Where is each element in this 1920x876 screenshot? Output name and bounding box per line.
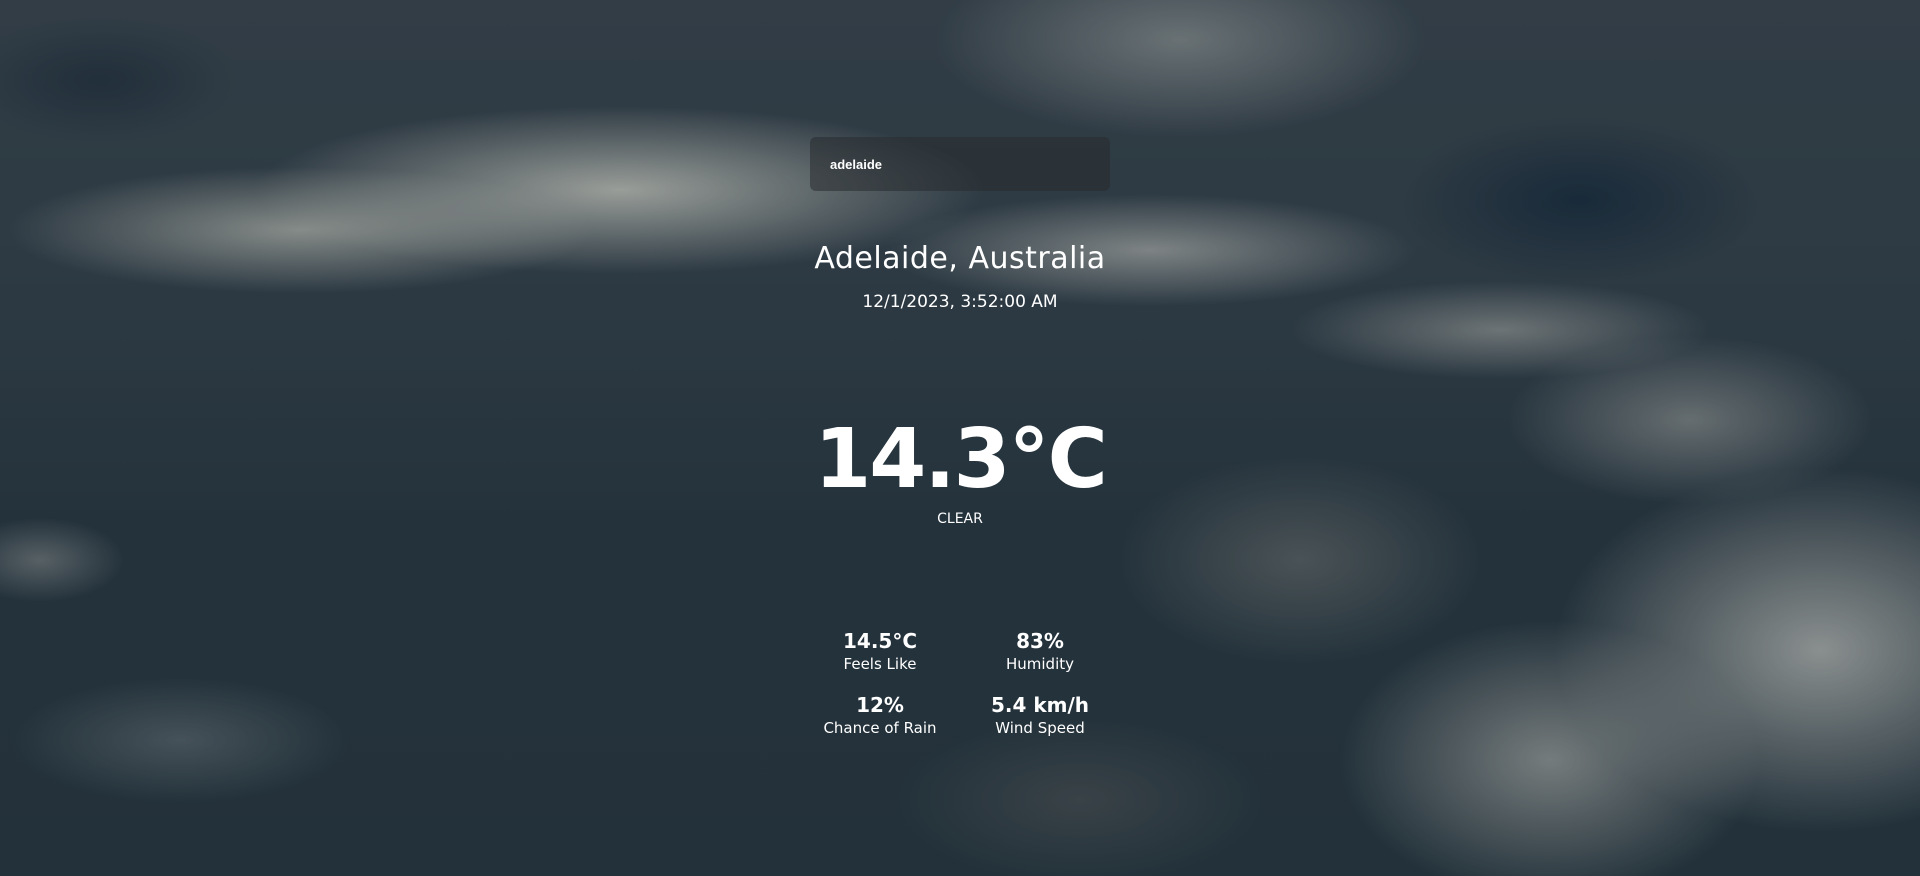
weather-condition: CLEAR	[937, 511, 983, 527]
stat-feels-like: 14.5°C Feels Like	[800, 628, 960, 674]
stat-label: Wind Speed	[995, 719, 1085, 737]
city-search-input[interactable]	[830, 156, 1090, 172]
stat-wind-speed: 5.4 km/h Wind Speed	[960, 692, 1120, 738]
local-datetime: 12/1/2023, 3:52:00 AM	[862, 292, 1058, 312]
stat-chance-of-rain: 12% Chance of Rain	[800, 692, 960, 738]
current-temperature: 14.3°C	[814, 412, 1108, 507]
stat-label: Humidity	[1005, 655, 1074, 673]
stat-value: 12%	[856, 693, 904, 717]
stat-value: 83%	[1016, 629, 1064, 653]
stat-label: Feels Like	[843, 655, 917, 673]
location-title: Adelaide, Australia	[814, 241, 1106, 276]
search-box[interactable]	[810, 137, 1110, 191]
weather-stats-grid: 14.5°C Feels Like 83% Humidity 12% Chanc…	[800, 628, 1120, 738]
stat-value: 14.5°C	[842, 629, 918, 653]
stat-label: Chance of Rain	[823, 719, 937, 737]
stat-humidity: 83% Humidity	[960, 628, 1120, 674]
weather-app: Adelaide, Australia 12/1/2023, 3:52:00 A…	[0, 0, 1920, 876]
stat-value: 5.4 km/h	[990, 693, 1090, 717]
